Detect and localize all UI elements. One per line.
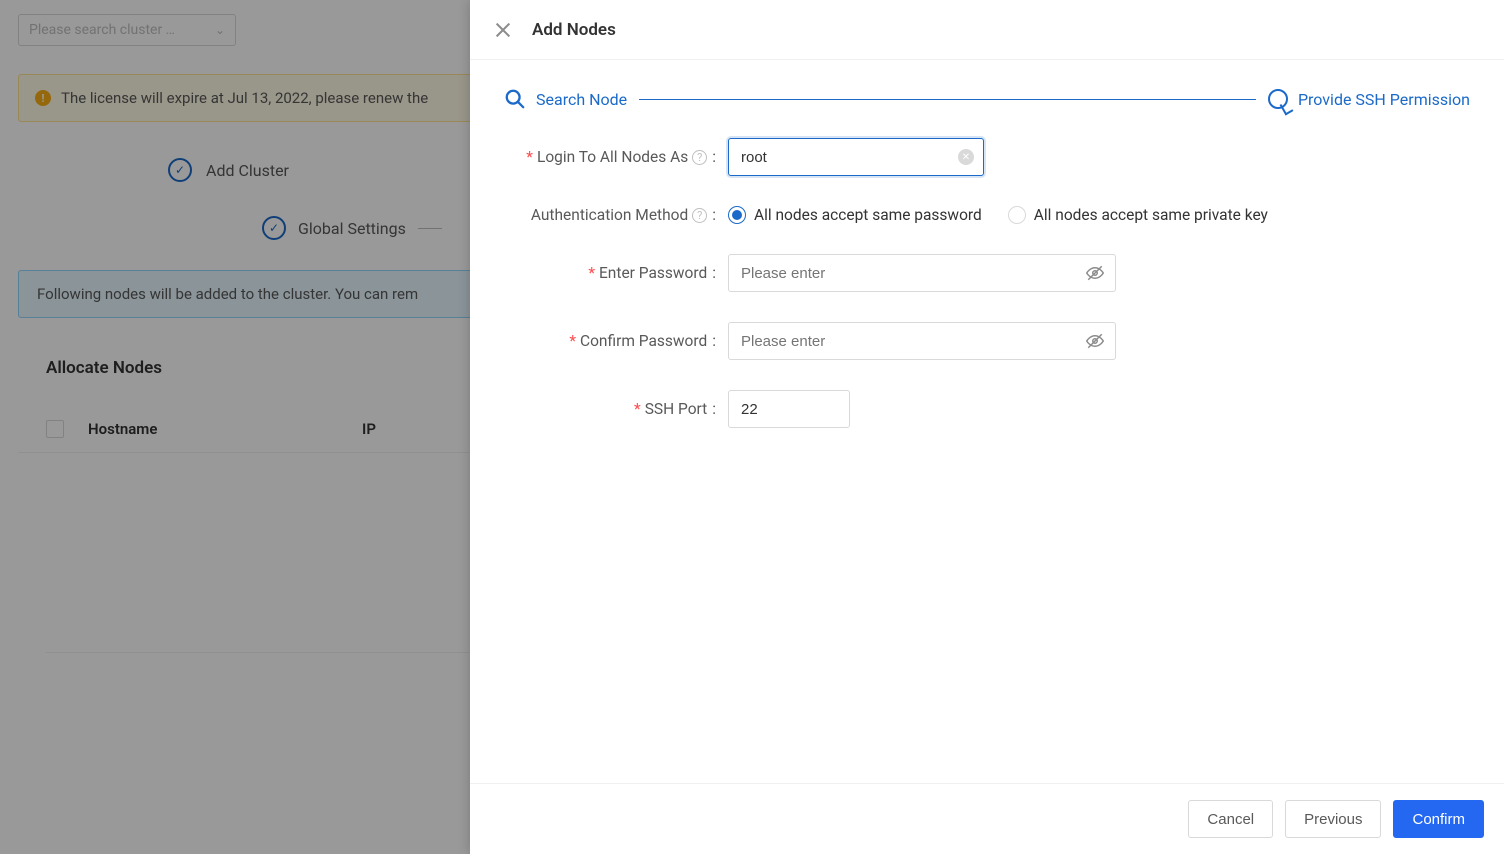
ssh-port-label: * SSH Port : (504, 400, 728, 418)
help-icon[interactable]: ? (692, 208, 707, 223)
drawer-wizard-steps: Search Node Provide SSH Permission (470, 60, 1504, 118)
login-input-wrap: ✕ (728, 138, 984, 176)
clear-icon[interactable]: ✕ (958, 149, 974, 165)
drawer-title: Add Nodes (532, 20, 616, 40)
enter-password-label-text: Enter Password (599, 264, 707, 282)
enter-password-label: * Enter Password : (504, 264, 728, 282)
form-row-auth-method: Authentication Method ? : All nodes acce… (504, 206, 1470, 224)
ssh-port-input[interactable] (728, 390, 850, 428)
auth-method-radio-group: All nodes accept same password All nodes… (728, 206, 1268, 224)
radio-icon-checked (728, 206, 746, 224)
login-label: * Login To All Nodes As ? : (504, 148, 728, 166)
confirm-password-wrap (728, 322, 1116, 360)
enter-password-wrap (728, 254, 1116, 292)
enter-password-input[interactable] (728, 254, 1116, 292)
colon: : (711, 148, 716, 166)
colon: : (711, 332, 716, 350)
login-label-text: Login To All Nodes As (537, 148, 688, 166)
drawer-footer: Cancel Previous Confirm (470, 783, 1504, 854)
form-row-ssh-port: * SSH Port : (504, 390, 1470, 428)
eye-off-icon[interactable] (1086, 332, 1104, 350)
radio-icon-unchecked (1008, 206, 1026, 224)
radio-same-password[interactable]: All nodes accept same password (728, 206, 982, 224)
login-input[interactable] (728, 138, 984, 176)
wizard-step-provide-ssh-label: Provide SSH Permission (1298, 90, 1470, 109)
radio-same-private-key-label: All nodes accept same private key (1034, 206, 1268, 224)
confirm-password-label: * Confirm Password : (504, 332, 728, 350)
ssh-port-label-text: SSH Port (645, 400, 708, 418)
ssh-form: * Login To All Nodes As ? : ✕ Authentica… (470, 118, 1504, 478)
form-row-login: * Login To All Nodes As ? : ✕ (504, 138, 1470, 176)
required-star: * (526, 148, 533, 166)
previous-button[interactable]: Previous (1285, 800, 1381, 838)
radio-same-private-key[interactable]: All nodes accept same private key (1008, 206, 1268, 224)
wizard-step-search-node[interactable]: Search Node (504, 88, 627, 110)
confirm-button[interactable]: Confirm (1393, 800, 1484, 838)
colon: : (711, 400, 716, 418)
required-star: * (569, 332, 576, 350)
add-nodes-drawer: Add Nodes Search Node Provide SSH Permis… (470, 0, 1504, 854)
auth-method-label: Authentication Method ? : (504, 206, 728, 224)
close-icon[interactable] (494, 21, 512, 39)
eye-off-icon[interactable] (1086, 264, 1104, 282)
required-star: * (634, 400, 641, 418)
search-icon (504, 88, 526, 110)
wizard-step-search-node-label: Search Node (536, 90, 627, 109)
confirm-password-label-text: Confirm Password (580, 332, 707, 350)
wizard-connector-line (639, 99, 1256, 100)
help-icon[interactable]: ? (692, 150, 707, 165)
required-star: * (588, 264, 595, 282)
radio-same-password-label: All nodes accept same password (754, 206, 982, 224)
form-row-confirm-password: * Confirm Password : (504, 322, 1470, 360)
form-row-enter-password: * Enter Password : (504, 254, 1470, 292)
key-icon (1268, 89, 1288, 109)
wizard-step-provide-ssh[interactable]: Provide SSH Permission (1268, 89, 1470, 109)
confirm-password-input[interactable] (728, 322, 1116, 360)
auth-method-label-text: Authentication Method (531, 206, 688, 224)
colon: : (711, 206, 716, 224)
colon: : (711, 264, 716, 282)
cancel-button[interactable]: Cancel (1188, 800, 1273, 838)
drawer-header: Add Nodes (470, 0, 1504, 60)
